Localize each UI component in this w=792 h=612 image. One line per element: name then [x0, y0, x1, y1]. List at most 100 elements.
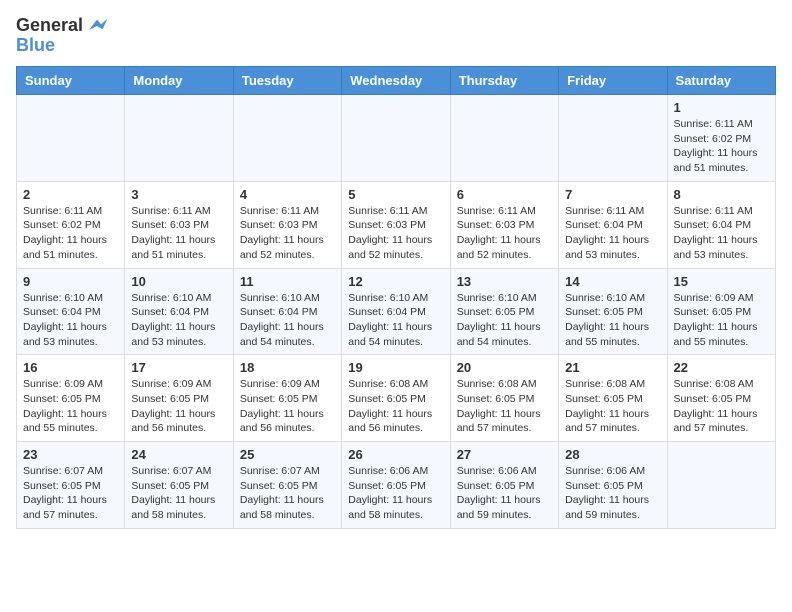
calendar-cell: 5 Sunrise: 6:11 AM Sunset: 6:03 PM Daylig… — [342, 181, 450, 268]
calendar-cell — [233, 95, 341, 182]
day-info: Sunrise: 6:11 AM Sunset: 6:03 PM Dayligh… — [457, 204, 552, 263]
calendar-cell: 21 Sunrise: 6:08 AM Sunset: 6:05 PM Dayli… — [559, 355, 667, 442]
header-cell-monday: Monday — [125, 67, 233, 95]
logo: General Blue — [16, 16, 109, 56]
day-info: Sunrise: 6:11 AM Sunset: 6:02 PM Dayligh… — [674, 117, 769, 176]
calendar-cell: 14Sunrise: 6:10 AM Sunset: 6:05 PM Dayli… — [559, 268, 667, 355]
calendar-cell — [559, 95, 667, 182]
day-number: 10 — [131, 274, 226, 289]
day-number: 20 — [457, 360, 552, 375]
header-row: SundayMondayTuesdayWednesdayThursdayFrid… — [17, 67, 776, 95]
day-number: 1 — [674, 100, 769, 115]
calendar-cell: 23 Sunrise: 6:07 AM Sunset: 6:05 PM Dayli… — [17, 442, 125, 529]
day-info: Sunrise: 6:11 AM Sunset: 6:03 PM Dayligh… — [240, 204, 335, 263]
logo-bird-icon — [85, 16, 109, 36]
day-info: Sunrise: 6:11 AM Sunset: 6:03 PM Dayligh… — [131, 204, 226, 263]
calendar-cell: 26 Sunrise: 6:06 AM Sunset: 6:05 PM Dayli… — [342, 442, 450, 529]
calendar-cell: 4 Sunrise: 6:11 AM Sunset: 6:03 PM Daylig… — [233, 181, 341, 268]
logo-line1: General — [16, 16, 109, 36]
day-number: 14 — [565, 274, 660, 289]
day-info: Sunrise: 6:10 AM Sunset: 6:04 PM Dayligh… — [348, 291, 443, 350]
day-info: Sunrise: 6:10 AM Sunset: 6:05 PM Dayligh… — [457, 291, 552, 350]
day-info: Sunrise: 6:07 AM Sunset: 6:05 PM Dayligh… — [240, 464, 335, 523]
calendar-week-1: 1 Sunrise: 6:11 AM Sunset: 6:02 PM Daylig… — [17, 95, 776, 182]
day-number: 28 — [565, 447, 660, 462]
calendar-cell: 3 Sunrise: 6:11 AM Sunset: 6:03 PM Daylig… — [125, 181, 233, 268]
day-number: 19 — [348, 360, 443, 375]
day-number: 21 — [565, 360, 660, 375]
day-info: Sunrise: 6:07 AM Sunset: 6:05 PM Dayligh… — [131, 464, 226, 523]
day-number: 16 — [23, 360, 118, 375]
calendar-cell: 7Sunrise: 6:11 AM Sunset: 6:04 PM Daylig… — [559, 181, 667, 268]
calendar-cell — [667, 442, 775, 529]
day-number: 6 — [457, 187, 552, 202]
day-number: 23 — [23, 447, 118, 462]
day-number: 13 — [457, 274, 552, 289]
header-cell-thursday: Thursday — [450, 67, 558, 95]
day-number: 11 — [240, 274, 335, 289]
day-number: 26 — [348, 447, 443, 462]
calendar-body: 1 Sunrise: 6:11 AM Sunset: 6:02 PM Daylig… — [17, 95, 776, 529]
day-info: Sunrise: 6:10 AM Sunset: 6:04 PM Dayligh… — [23, 291, 118, 350]
calendar-cell: 17 Sunrise: 6:09 AM Sunset: 6:05 PM Dayli… — [125, 355, 233, 442]
logo-line2: Blue — [16, 36, 109, 56]
calendar-cell: 1 Sunrise: 6:11 AM Sunset: 6:02 PM Daylig… — [667, 95, 775, 182]
page-header: General Blue — [16, 16, 776, 56]
calendar-cell: 12 Sunrise: 6:10 AM Sunset: 6:04 PM Dayli… — [342, 268, 450, 355]
day-info: Sunrise: 6:10 AM Sunset: 6:04 PM Dayligh… — [240, 291, 335, 350]
day-number: 5 — [348, 187, 443, 202]
calendar-cell: 10 Sunrise: 6:10 AM Sunset: 6:04 PM Dayli… — [125, 268, 233, 355]
calendar-cell — [17, 95, 125, 182]
day-info: Sunrise: 6:07 AM Sunset: 6:05 PM Dayligh… — [23, 464, 118, 523]
day-number: 18 — [240, 360, 335, 375]
day-info: Sunrise: 6:06 AM Sunset: 6:05 PM Dayligh… — [565, 464, 660, 523]
day-info: Sunrise: 6:08 AM Sunset: 6:05 PM Dayligh… — [457, 377, 552, 436]
day-info: Sunrise: 6:09 AM Sunset: 6:05 PM Dayligh… — [240, 377, 335, 436]
day-info: Sunrise: 6:11 AM Sunset: 6:04 PM Dayligh… — [674, 204, 769, 263]
header-cell-tuesday: Tuesday — [233, 67, 341, 95]
day-info: Sunrise: 6:11 AM Sunset: 6:03 PM Dayligh… — [348, 204, 443, 263]
day-number: 9 — [23, 274, 118, 289]
day-info: Sunrise: 6:08 AM Sunset: 6:05 PM Dayligh… — [565, 377, 660, 436]
calendar-cell: 6 Sunrise: 6:11 AM Sunset: 6:03 PM Daylig… — [450, 181, 558, 268]
day-info: Sunrise: 6:08 AM Sunset: 6:05 PM Dayligh… — [348, 377, 443, 436]
header-cell-wednesday: Wednesday — [342, 67, 450, 95]
day-number: 2 — [23, 187, 118, 202]
calendar-cell: 27Sunrise: 6:06 AM Sunset: 6:05 PM Dayli… — [450, 442, 558, 529]
day-number: 17 — [131, 360, 226, 375]
calendar-cell: 28 Sunrise: 6:06 AM Sunset: 6:05 PM Dayli… — [559, 442, 667, 529]
day-number: 4 — [240, 187, 335, 202]
calendar-week-2: 2 Sunrise: 6:11 AM Sunset: 6:02 PM Daylig… — [17, 181, 776, 268]
calendar-cell: 2 Sunrise: 6:11 AM Sunset: 6:02 PM Daylig… — [17, 181, 125, 268]
calendar-cell: 18 Sunrise: 6:09 AM Sunset: 6:05 PM Dayli… — [233, 355, 341, 442]
day-info: Sunrise: 6:09 AM Sunset: 6:05 PM Dayligh… — [131, 377, 226, 436]
day-info: Sunrise: 6:06 AM Sunset: 6:05 PM Dayligh… — [348, 464, 443, 523]
day-number: 22 — [674, 360, 769, 375]
day-info: Sunrise: 6:09 AM Sunset: 6:05 PM Dayligh… — [23, 377, 118, 436]
calendar-week-3: 9 Sunrise: 6:10 AM Sunset: 6:04 PM Daylig… — [17, 268, 776, 355]
calendar-cell: 8 Sunrise: 6:11 AM Sunset: 6:04 PM Daylig… — [667, 181, 775, 268]
header-cell-sunday: Sunday — [17, 67, 125, 95]
day-number: 25 — [240, 447, 335, 462]
day-number: 15 — [674, 274, 769, 289]
calendar-header: SundayMondayTuesdayWednesdayThursdayFrid… — [17, 67, 776, 95]
day-number: 24 — [131, 447, 226, 462]
calendar-cell: 15 Sunrise: 6:09 AM Sunset: 6:05 PM Dayli… — [667, 268, 775, 355]
calendar-week-4: 16 Sunrise: 6:09 AM Sunset: 6:05 PM Dayli… — [17, 355, 776, 442]
calendar-cell — [342, 95, 450, 182]
calendar-cell: 20 Sunrise: 6:08 AM Sunset: 6:05 PM Dayli… — [450, 355, 558, 442]
day-info: Sunrise: 6:11 AM Sunset: 6:02 PM Dayligh… — [23, 204, 118, 263]
day-number: 8 — [674, 187, 769, 202]
day-number: 7 — [565, 187, 660, 202]
day-number: 27 — [457, 447, 552, 462]
calendar-cell: 11 Sunrise: 6:10 AM Sunset: 6:04 PM Dayli… — [233, 268, 341, 355]
day-number: 12 — [348, 274, 443, 289]
day-info: Sunrise: 6:10 AM Sunset: 6:04 PM Dayligh… — [131, 291, 226, 350]
day-number: 3 — [131, 187, 226, 202]
day-info: Sunrise: 6:08 AM Sunset: 6:05 PM Dayligh… — [674, 377, 769, 436]
header-cell-friday: Friday — [559, 67, 667, 95]
day-info: Sunrise: 6:09 AM Sunset: 6:05 PM Dayligh… — [674, 291, 769, 350]
calendar-table: SundayMondayTuesdayWednesdayThursdayFrid… — [16, 66, 776, 529]
calendar-cell: 19 Sunrise: 6:08 AM Sunset: 6:05 PM Dayli… — [342, 355, 450, 442]
calendar-cell — [125, 95, 233, 182]
